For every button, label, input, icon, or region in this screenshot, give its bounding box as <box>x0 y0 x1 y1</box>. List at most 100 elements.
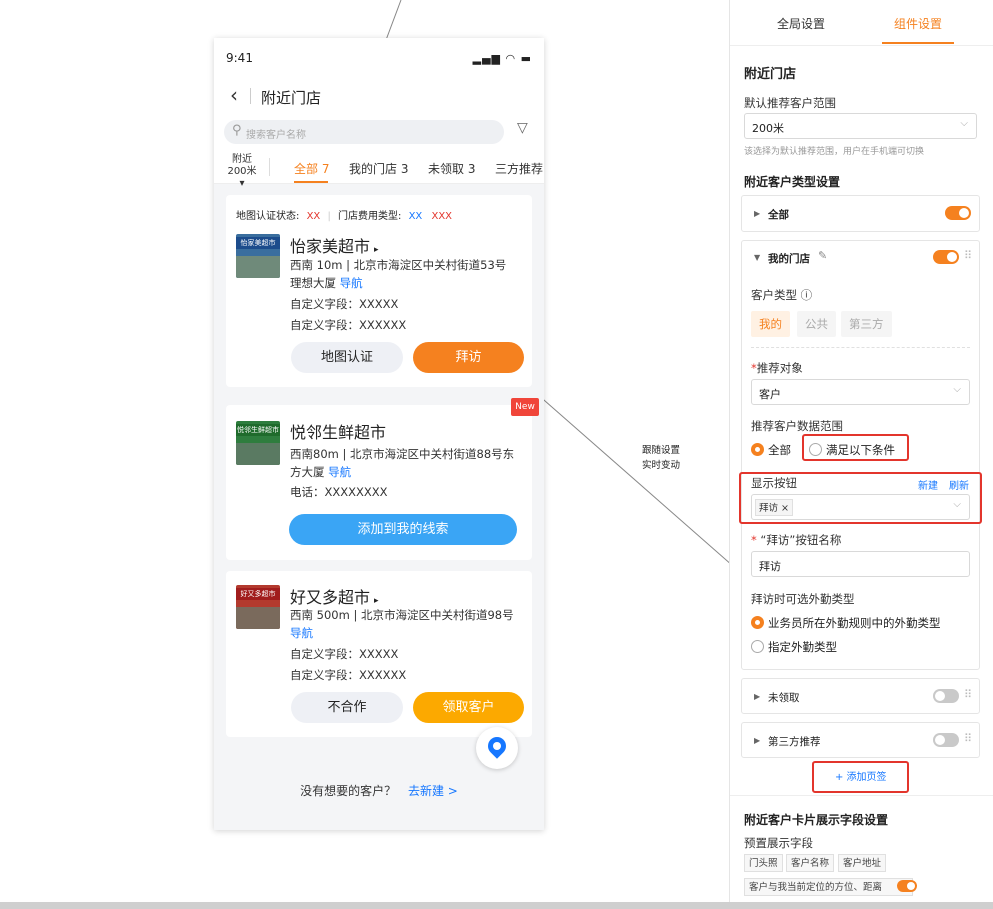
store-photo: 好又多超市 <box>236 585 280 629</box>
create-new-link[interactable]: 去新建 > <box>408 784 458 798</box>
search-icon: ⚲ <box>232 123 242 138</box>
store-photo-sign: 悦邻生鲜超市 <box>236 424 280 436</box>
default-range-select[interactable]: 200米 ⌵ <box>744 113 977 139</box>
section-third-party[interactable]: ▶ 第三方推荐 ⠿ <box>741 722 980 758</box>
footer-prompt: 没有想要的客户？ 去新建 > <box>214 782 544 799</box>
visit-button[interactable]: 拜访 <box>413 342 524 373</box>
custom-field-2: 自定义字段：XXXXXX <box>290 668 407 682</box>
visit-name-input[interactable]: 拜访 <box>751 551 970 577</box>
tab-component-settings[interactable]: 组件设置 <box>894 15 942 32</box>
custom-field-2: 自定义字段：XXXXXX <box>290 318 407 332</box>
chip-third-party[interactable]: 第三方 <box>841 311 892 337</box>
decline-button[interactable]: 不合作 <box>291 692 403 723</box>
radio-specify-types-label: 指定外勤类型 <box>768 640 837 654</box>
chevron-down-icon: ⌵ <box>953 384 961 395</box>
section-third-party-toggle[interactable] <box>933 733 959 747</box>
annotation-note: 跟随设置 实时变动 <box>642 443 680 473</box>
range-selector[interactable]: 附近 200米 ▾ <box>224 154 260 190</box>
show-button-select[interactable]: 拜访 × ⌵ <box>751 494 970 520</box>
drag-handle-icon[interactable]: ⠿ <box>964 732 972 745</box>
nav-link[interactable]: 导航 <box>290 626 313 640</box>
show-button-tag[interactable]: 拜访 × <box>755 499 793 516</box>
store-name[interactable]: 怡家美超市 ▸ <box>290 233 379 257</box>
tab-global-settings[interactable]: 全局设置 <box>777 15 825 32</box>
locate-button[interactable] <box>476 727 518 769</box>
data-range-label: 推荐客户数据范围 <box>751 419 843 433</box>
section-my-stores-title: 我的门店 <box>768 253 810 265</box>
preset-tag: 门头照 <box>744 854 783 872</box>
caret-right-icon: ▶ <box>754 736 761 745</box>
customer-type-label: 客户类型 ⓘ <box>751 288 813 302</box>
target-label-text: 推荐对象 <box>756 361 803 375</box>
store-photo-sign: 怡家美超市 <box>236 237 280 249</box>
store-photo: 悦邻生鲜超市 <box>236 421 280 465</box>
section-my-stores-toggle[interactable] <box>933 250 959 264</box>
search-placeholder: 搜索客户名称 <box>246 130 306 141</box>
caret-down-icon[interactable]: ▼ <box>754 253 760 262</box>
drag-handle-icon[interactable]: ⠿ <box>964 249 972 262</box>
target-value: 客户 <box>759 388 781 401</box>
store-name[interactable]: 好又多超市 ▸ <box>290 584 379 608</box>
show-button-label: 显示按钮 <box>751 476 797 490</box>
nav-divider <box>250 88 251 104</box>
fee-type-tag-2: XXX <box>431 211 453 222</box>
panel-tabs: 全局设置 组件设置 <box>730 0 993 46</box>
back-icon[interactable]: ‹ <box>230 83 238 107</box>
store-name-text: 怡家美超市 <box>290 237 371 256</box>
store-tabs: 附近 200米 ▾ 全部 7 我的门店 3 未领取 3 三方推荐 <box>214 150 544 189</box>
chevron-down-icon: ⌵ <box>960 118 968 129</box>
refresh-link[interactable]: 刷新 <box>949 477 969 492</box>
radio-all[interactable] <box>751 443 764 456</box>
preset-tag: 客户与我当前定位的方位、距离 <box>744 878 914 896</box>
filter-icon[interactable]: ▽ <box>517 120 528 136</box>
section-unclaimed[interactable]: ▶ 未领取 ⠿ <box>741 678 980 714</box>
chevron-right-icon: ▸ <box>374 245 379 255</box>
nav-line: 导航 <box>290 625 313 641</box>
tab-my-stores[interactable]: 我的门店 3 <box>349 160 408 177</box>
radio-rule-types[interactable] <box>751 616 764 629</box>
store-name[interactable]: 悦邻生鲜超市 <box>290 419 386 443</box>
type-setting-title: 附近客户类型设置 <box>744 175 841 189</box>
bottom-scrollbar[interactable] <box>0 902 993 909</box>
store-name-text: 好又多超市 <box>290 588 371 607</box>
store-card[interactable]: 地图认证状态: XX | 门店费用类型: XX XXX 怡家美超市 怡家美超市 ▸… <box>226 195 532 387</box>
tab-third-party[interactable]: 三方推荐 <box>495 160 543 177</box>
footer-text: 没有想要的客户？ <box>300 784 397 798</box>
fee-type-label: 门店费用类型: <box>338 211 402 222</box>
claim-customer-button[interactable]: 领取客户 <box>413 692 524 723</box>
store-card[interactable]: 好又多超市 好又多超市 ▸ 西南 500m | 北京市海淀区中关村街道98号 导航… <box>226 571 532 737</box>
edit-icon[interactable]: ✎ <box>818 249 827 262</box>
section-all[interactable]: ▶ 全部 <box>741 195 980 232</box>
caret-right-icon: ▶ <box>754 692 761 701</box>
active-tab-underline <box>294 181 328 183</box>
search-input[interactable]: ⚲ 搜索客户名称 <box>224 120 504 144</box>
new-link[interactable]: 新建 <box>918 477 938 492</box>
nav-bar: ‹ 附近门店 <box>214 78 544 116</box>
chip-public[interactable]: 公共 <box>797 311 836 337</box>
map-auth-button[interactable]: 地图认证 <box>291 342 403 373</box>
chip-mine[interactable]: 我的 <box>751 311 790 337</box>
store-photo: 怡家美超市 <box>236 234 280 278</box>
radio-specify-types[interactable] <box>751 640 764 653</box>
store-address-2-text: 方大厦 <box>290 465 325 479</box>
store-address-2: 方大厦 导航 <box>290 464 351 480</box>
status-bar: 9:41 ▂▄▆ ◠ ▬ <box>214 38 544 78</box>
add-to-leads-button[interactable]: 添加到我的线索 <box>289 514 517 545</box>
nav-link[interactable]: 导航 <box>328 465 351 479</box>
target-select[interactable]: 客户 ⌵ <box>751 379 970 405</box>
store-phone: 电话：XXXXXXXX <box>290 485 388 499</box>
nav-link[interactable]: 导航 <box>340 276 363 290</box>
drag-handle-icon[interactable]: ⠿ <box>964 688 972 701</box>
annotation-line2: 实时变动 <box>642 460 681 471</box>
tab-all[interactable]: 全部 7 <box>294 160 329 177</box>
highlight-box <box>812 761 909 793</box>
active-tab-underline <box>882 42 954 44</box>
visit-name-value: 拜访 <box>759 560 781 573</box>
preset-tag-toggle[interactable] <box>897 880 917 892</box>
section-unclaimed-toggle[interactable] <box>933 689 959 703</box>
tab-unclaimed[interactable]: 未领取 3 <box>428 160 475 177</box>
section-all-toggle[interactable] <box>945 206 971 220</box>
map-auth-tag: XX <box>306 211 321 222</box>
store-card[interactable]: 悦邻生鲜超市 悦邻生鲜超市 西南80m | 北京市海淀区中关村街道88号东 方大… <box>226 405 532 560</box>
search-bar: ⚲ 搜索客户名称 ▽ <box>214 116 544 150</box>
